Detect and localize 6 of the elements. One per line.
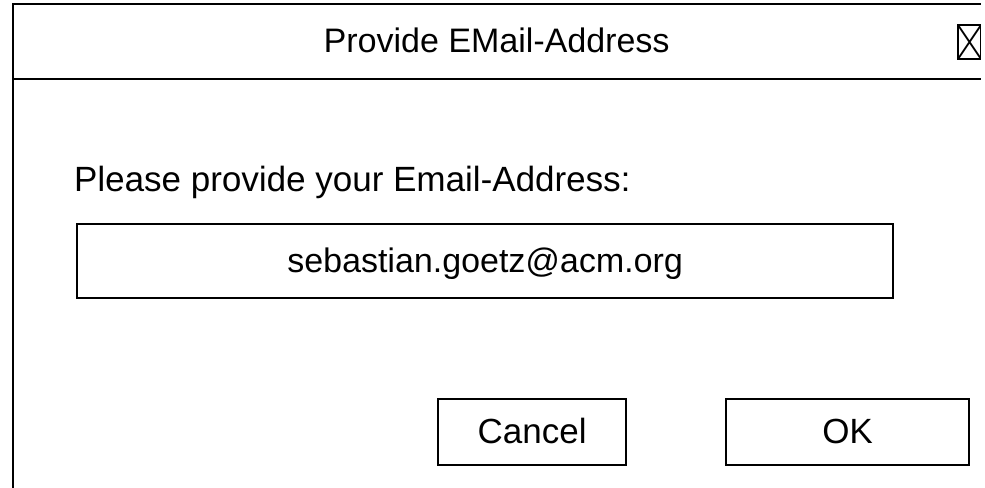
prompt-text: Please provide your Email-Address: (74, 160, 630, 200)
email-input-field[interactable]: sebastian.goetz@acm.org (76, 223, 894, 299)
ok-button[interactable]: OK (725, 398, 970, 466)
cancel-button[interactable]: Cancel (437, 398, 627, 466)
window-title: Provide EMail-Address (322, 22, 670, 61)
close-icon[interactable] (957, 24, 981, 60)
